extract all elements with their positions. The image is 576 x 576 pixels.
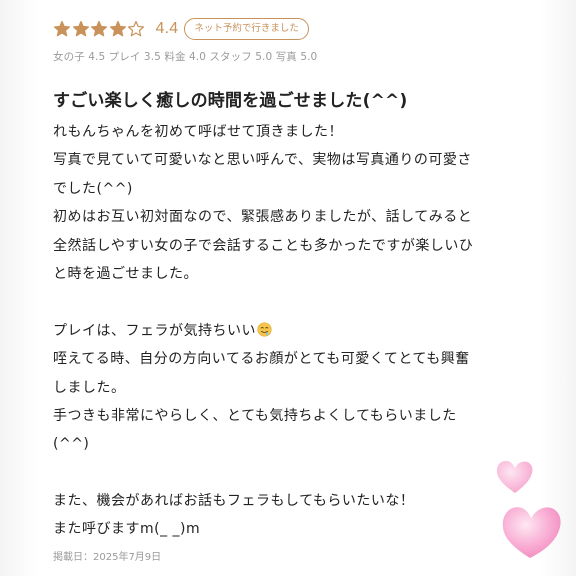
review-line bbox=[53, 459, 523, 487]
review-body: れもんちゃんを初めて呼ばせて頂きました！ 写真で見ていて可愛いなと思い呼んで、実物… bbox=[53, 118, 523, 544]
star-filled-icon bbox=[72, 20, 89, 37]
review-line: 全然話しやすい女の子で会話することも多かったですが楽しいひ bbox=[53, 237, 474, 254]
review-line: 写真で見ていて可愛いなと思い呼んで、実物は写真通りの可愛さ bbox=[53, 152, 472, 169]
large-heart-icon bbox=[502, 507, 561, 558]
star-filled-icon bbox=[109, 20, 126, 37]
star-filled-icon bbox=[53, 20, 71, 37]
review-line: また、機会があればお話もフェラもしてもらいたいな！ bbox=[53, 493, 415, 510]
reservation-badge: ネット予約で行きました bbox=[184, 18, 309, 40]
review-line: れもんちゃんを初めて呼ばせて頂きました！ bbox=[53, 124, 343, 140]
review-card: 4.4 ネット予約で行きました 女の子 4.5 プレイ 3.5 料金 4.0 ス… bbox=[38, 0, 540, 576]
review-line: 咥えてる時、自分の方向いてるお顔がとても可愛くてとても興奮 bbox=[53, 351, 470, 368]
review-line: (^^) bbox=[53, 436, 90, 453]
star-rating bbox=[53, 20, 146, 38]
drooling-face-icon bbox=[257, 322, 272, 337]
star-filled-icon bbox=[90, 20, 108, 37]
review-line: プレイは、フェラが気持ちいい bbox=[53, 317, 523, 345]
small-heart-icon bbox=[496, 460, 533, 493]
star-empty-icon bbox=[127, 20, 145, 37]
review-title: すごい楽しく癒しの時間を過ごせました(^^) bbox=[53, 91, 408, 111]
left-margin-shade bbox=[0, 0, 38, 576]
review-line: しました。 bbox=[53, 379, 126, 396]
posted-date: 掲載日：2025年7月9日 bbox=[53, 552, 162, 563]
review-line: また呼びますm(_ _)m bbox=[53, 521, 201, 538]
review-line: 初めはお互い初対面なので、緊張感ありましたが、話してみると bbox=[53, 209, 473, 226]
right-margin-shade bbox=[540, 0, 576, 576]
review-line: でした(^^) bbox=[53, 180, 133, 197]
subscore-list: 女の子 4.5 プレイ 3.5 料金 4.0 スタッフ 5.0 写真 5.0 bbox=[53, 51, 318, 63]
review-line: 手つきも非常にやらしく、とても気持ちよくしてもらいました bbox=[53, 407, 457, 424]
review-line bbox=[53, 288, 523, 316]
rating-score: 4.4 bbox=[155, 20, 179, 37]
rating-row: 4.4 ネット予約で行きました bbox=[53, 17, 309, 41]
review-line: と時を過ごせました。 bbox=[53, 265, 198, 282]
review-page: 4.4 ネット予約で行きました 女の子 4.5 プレイ 3.5 料金 4.0 ス… bbox=[0, 0, 576, 576]
